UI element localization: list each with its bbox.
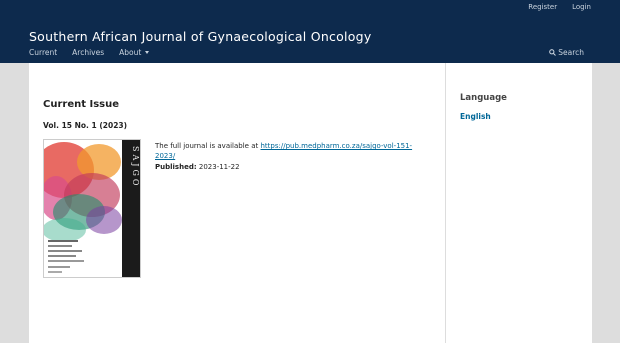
primary-nav: Current Archives About bbox=[29, 48, 150, 58]
login-link[interactable]: Login bbox=[572, 3, 591, 12]
main-content: Current Issue Vol. 15 No. 1 (2023) SAJGO… bbox=[43, 98, 423, 279]
site-title[interactable]: Southern African Journal of Gynaecologic… bbox=[29, 29, 371, 44]
register-link[interactable]: Register bbox=[528, 3, 557, 12]
issue-description-text: The full journal is available at bbox=[155, 142, 261, 150]
language-option-english[interactable]: English bbox=[460, 112, 507, 122]
cover-spine: SAJGO bbox=[122, 140, 140, 277]
column-divider bbox=[445, 63, 446, 343]
nav-about[interactable]: About bbox=[119, 48, 150, 58]
language-heading: Language bbox=[460, 93, 507, 103]
sidebar: Language English bbox=[460, 93, 507, 122]
cover-image[interactable]: SAJGO bbox=[43, 139, 141, 278]
published-date: Published: 2023-11-22 bbox=[155, 162, 240, 172]
page-content: Current Issue Vol. 15 No. 1 (2023) SAJGO… bbox=[29, 63, 592, 343]
user-nav: Register Login bbox=[528, 3, 591, 12]
search-icon bbox=[549, 49, 557, 56]
search-link[interactable]: Search bbox=[549, 48, 584, 58]
issue-title[interactable]: Vol. 15 No. 1 (2023) bbox=[43, 121, 423, 131]
search-label: Search bbox=[558, 48, 584, 57]
chevron-down-icon bbox=[145, 51, 150, 54]
site-header: Register Login Southern African Journal … bbox=[0, 0, 620, 63]
issue-description: The full journal is available at https:/… bbox=[155, 141, 425, 161]
issue-summary: SAJGO The full journal is available at h… bbox=[43, 139, 423, 279]
nav-archives[interactable]: Archives bbox=[72, 48, 104, 58]
cover-art bbox=[44, 140, 122, 277]
page-title: Current Issue bbox=[43, 99, 120, 110]
published-label: Published: bbox=[155, 163, 197, 171]
cover-spine-text: SAJGO bbox=[131, 146, 140, 189]
nav-current[interactable]: Current bbox=[29, 48, 57, 58]
nav-about-label: About bbox=[119, 48, 142, 57]
published-value: 2023-11-22 bbox=[198, 163, 240, 171]
